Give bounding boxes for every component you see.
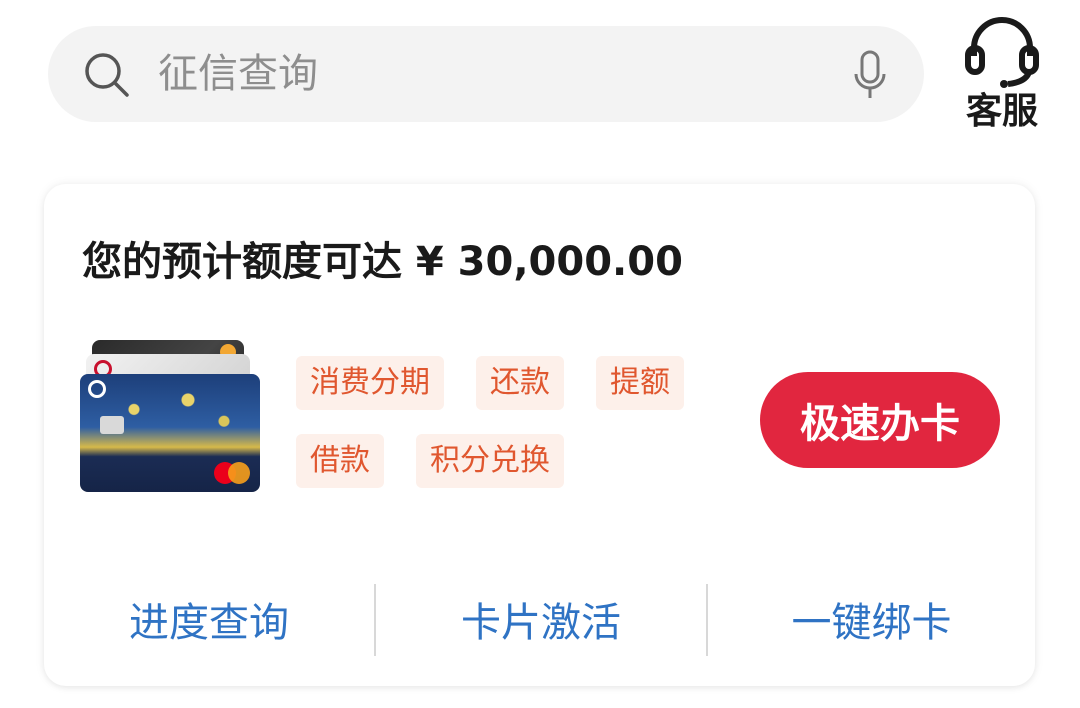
headset-icon: [965, 17, 1039, 88]
mic-icon[interactable]: [852, 50, 888, 102]
customer-service-button[interactable]: 客服: [962, 16, 1042, 136]
card-front-image: [80, 374, 260, 492]
estimated-limit-title: 您的预计额度可达 ¥ 30,000.00: [82, 239, 683, 285]
apply-card-button[interactable]: 极速办卡: [760, 372, 1000, 468]
tag-loan[interactable]: 借款: [296, 434, 384, 488]
bank-logo-icon: [88, 380, 106, 398]
chip-icon: [100, 416, 124, 434]
customer-service-label: 客服: [965, 91, 1038, 132]
credit-card-image: [80, 340, 262, 496]
search-bar[interactable]: 征信查询: [48, 26, 924, 122]
search-icon: [85, 53, 129, 97]
tag-points-exchange[interactable]: 积分兑换: [416, 434, 564, 488]
search-input[interactable]: 征信查询: [158, 48, 318, 100]
bind-card-link[interactable]: 一键绑卡: [708, 594, 1035, 652]
card-activation-link[interactable]: 卡片激活: [376, 594, 706, 652]
progress-query-link[interactable]: 进度查询: [44, 594, 374, 652]
tag-raise-limit[interactable]: 提额: [596, 356, 684, 410]
credit-card-panel: 您的预计额度可达 ¥ 30,000.00 消费分期 还款 提额 借款 积分兑换 …: [44, 184, 1035, 686]
tag-installment[interactable]: 消费分期: [296, 356, 444, 410]
tag-repayment[interactable]: 还款: [476, 356, 564, 410]
